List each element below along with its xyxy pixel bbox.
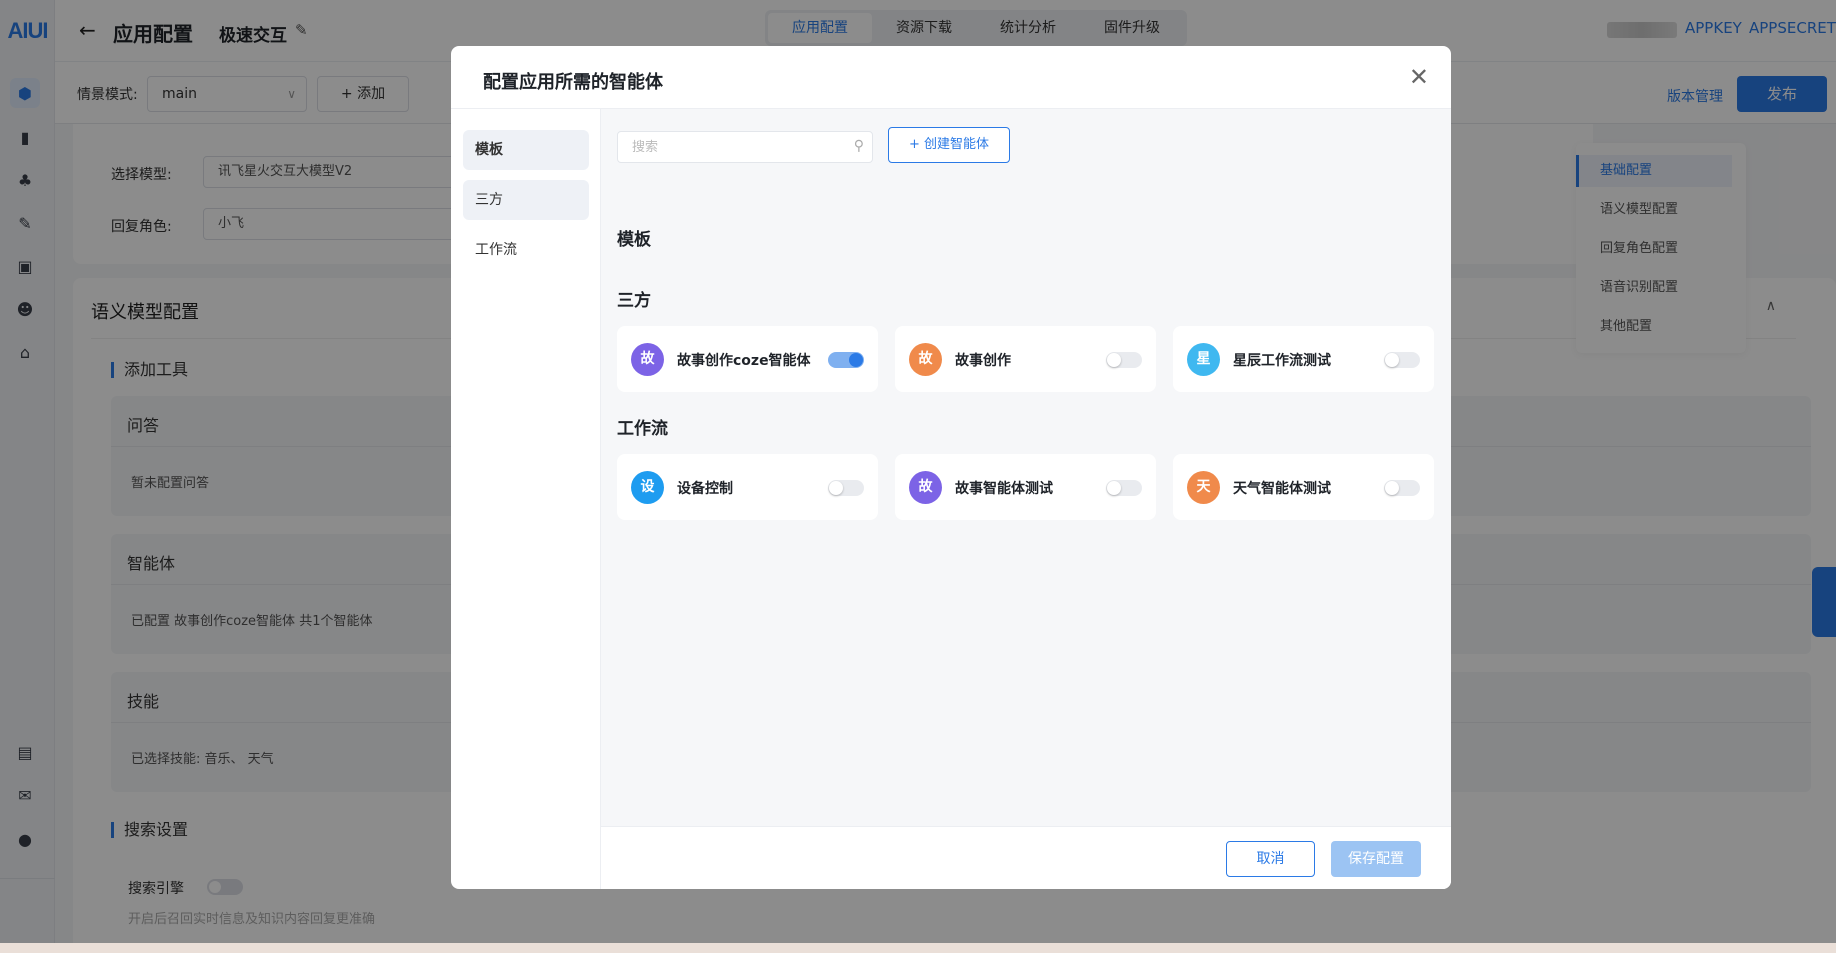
agent-avatar: 故: [909, 471, 942, 504]
save-config-button[interactable]: 保存配置: [1331, 841, 1421, 877]
third-party-agent-card[interactable]: 故故事创作: [895, 326, 1156, 392]
agent-name: 天气智能体测试: [1233, 481, 1331, 497]
agent-name: 故事智能体测试: [955, 481, 1053, 497]
side-item-workflow[interactable]: 工作流: [463, 230, 589, 270]
toggle-knob: [1385, 353, 1399, 367]
third-party-agent-card[interactable]: 星星辰工作流测试: [1173, 326, 1434, 392]
toggle-knob: [1107, 353, 1121, 367]
search-icon[interactable]: ⚲: [854, 138, 864, 154]
agent-toggle-switch[interactable]: [828, 352, 864, 368]
agent-avatar: 故: [909, 343, 942, 376]
agent-name: 故事创作coze智能体: [677, 353, 811, 369]
bottom-strip: [0, 943, 1836, 953]
agent-toggle-switch[interactable]: [828, 480, 864, 496]
agent-name: 设备控制: [677, 481, 733, 497]
side-item-template[interactable]: 模板: [463, 130, 589, 170]
toggle-knob: [1107, 481, 1121, 495]
agent-avatar: 故: [631, 343, 664, 376]
cancel-button[interactable]: 取消: [1226, 841, 1315, 877]
create-agent-button[interactable]: + 创建智能体: [888, 127, 1010, 163]
agent-avatar: 星: [1187, 343, 1220, 376]
agent-search: ⚲: [617, 131, 873, 163]
agent-config-modal: 配置应用所需的智能体 ✕ 模板 三方 工作流 ⚲ + 创建智能体 模板 三方 故…: [451, 46, 1451, 889]
toggle-knob: [849, 353, 863, 367]
modal-title: 配置应用所需的智能体: [483, 72, 663, 93]
agent-toggle-switch[interactable]: [1384, 352, 1420, 368]
agent-toggle-switch[interactable]: [1106, 352, 1142, 368]
modal-main: ⚲ + 创建智能体 模板 三方 故故事创作coze智能体故故事创作星星辰工作流测…: [601, 109, 1451, 826]
agent-avatar: 设: [631, 471, 664, 504]
close-icon[interactable]: ✕: [1409, 62, 1429, 92]
group-title-third-party: 三方: [617, 291, 651, 311]
workflow-agent-card[interactable]: 设设备控制: [617, 454, 878, 520]
agent-toggle-switch[interactable]: [1384, 480, 1420, 496]
agent-toggle-switch[interactable]: [1106, 480, 1142, 496]
third-party-agent-card[interactable]: 故故事创作coze智能体: [617, 326, 878, 392]
modal-footer: 取消 保存配置: [601, 826, 1451, 889]
agent-search-input[interactable]: [618, 132, 838, 162]
agent-avatar: 天: [1187, 471, 1220, 504]
group-title-workflow: 工作流: [617, 419, 668, 439]
side-item-third-party[interactable]: 三方: [463, 180, 589, 220]
workflow-agent-card[interactable]: 故故事智能体测试: [895, 454, 1156, 520]
agent-name: 故事创作: [955, 353, 1011, 369]
agent-name: 星辰工作流测试: [1233, 353, 1331, 369]
workflow-agent-card[interactable]: 天天气智能体测试: [1173, 454, 1434, 520]
group-title-template: 模板: [617, 230, 651, 250]
toggle-knob: [829, 481, 843, 495]
toggle-knob: [1385, 481, 1399, 495]
modal-header: 配置应用所需的智能体 ✕: [451, 46, 1451, 109]
modal-sidebar: 模板 三方 工作流: [451, 109, 601, 889]
